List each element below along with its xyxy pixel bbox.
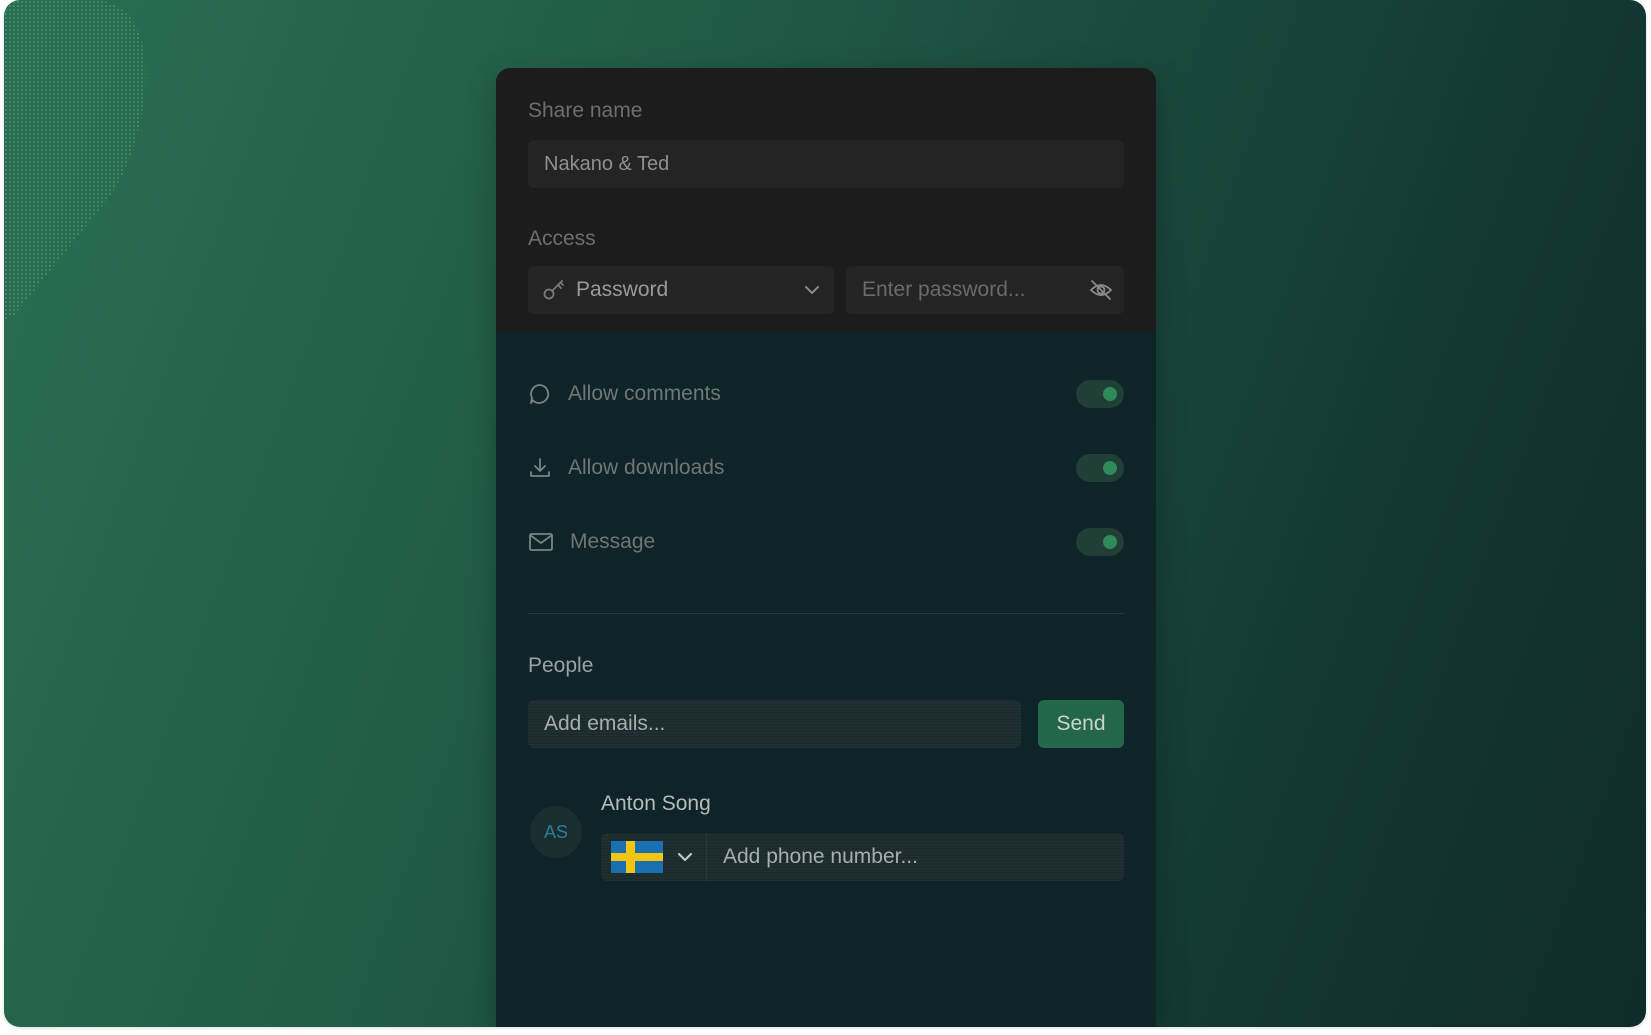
people-label: People [528,654,594,677]
share-name-label: Share name [528,99,643,122]
toggle-knob [1103,387,1117,401]
allow-downloads-toggle[interactable] [1076,454,1124,482]
add-emails-input[interactable]: Add emails... [528,700,1021,748]
chevron-down-icon [802,280,822,300]
phone-number-input[interactable]: Add phone number... [707,845,918,869]
share-name-input[interactable]: Nakano & Ted [528,140,1124,188]
section-divider [528,613,1124,614]
country-code-dropdown[interactable] [601,833,707,881]
decorative-pattern [4,0,154,320]
allow-comments-toggle[interactable] [1076,380,1124,408]
setting-label: Message [570,530,656,553]
share-settings-panel: Share name Nakano & Ted Access Password … [496,68,1156,1027]
person-name: Anton Song [601,792,711,815]
avatar: AS [530,806,582,858]
setting-row-downloads: Allow downloads [528,448,1124,488]
toggle-knob [1103,535,1117,549]
comment-icon [528,381,554,407]
eye-off-icon[interactable] [1088,277,1114,303]
chevron-down-icon [675,847,695,867]
message-toggle[interactable] [1076,528,1124,556]
setting-label: Allow comments [568,382,721,405]
email-placeholder: Add emails... [544,712,666,735]
password-input[interactable]: Enter password... [846,266,1124,314]
access-type-value: Password [576,278,669,301]
app-background: Share name Nakano & Ted Access Password … [4,0,1646,1027]
mail-icon [528,529,556,555]
setting-row-message: Message [528,522,1124,562]
access-type-dropdown[interactable]: Password [528,266,834,314]
download-icon [528,455,554,481]
send-button[interactable]: Send [1038,700,1124,748]
setting-label: Allow downloads [568,456,725,479]
toggle-knob [1103,461,1117,475]
access-label: Access [528,227,596,250]
phone-input-group: Add phone number... [601,833,1124,881]
share-name-value: Nakano & Ted [544,152,670,175]
sweden-flag-icon [611,841,663,873]
key-icon [542,278,566,302]
setting-row-comments: Allow comments [528,374,1124,414]
password-placeholder: Enter password... [862,278,1026,301]
